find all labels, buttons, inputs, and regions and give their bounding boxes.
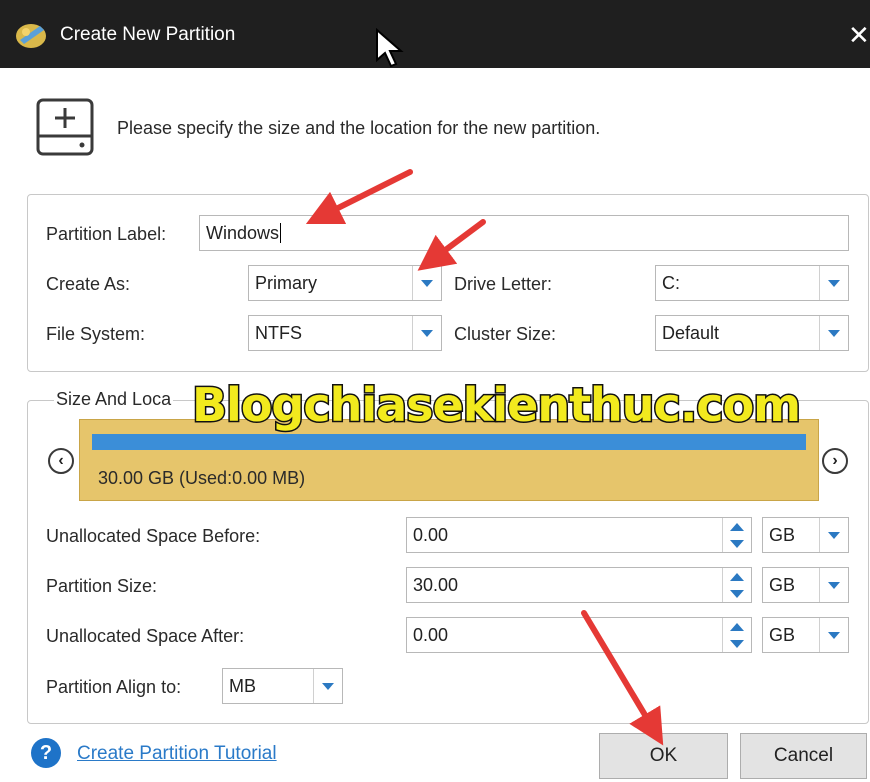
partition-align-label: Partition Align to: [46, 677, 182, 697]
spinner[interactable] [722, 568, 751, 602]
file-system-label: File System: [46, 324, 146, 344]
down-arrow-icon[interactable] [730, 539, 744, 548]
unallocated-after-label: Unallocated Space After: [46, 626, 245, 646]
cluster-size-select[interactable]: Default [655, 315, 849, 351]
unit-value: GB [769, 574, 796, 595]
partition-label-value: Windows [206, 222, 280, 243]
cluster-size-value: Default [662, 322, 720, 343]
chevron-down-icon[interactable] [412, 316, 441, 350]
up-arrow-icon[interactable] [730, 522, 744, 531]
app-logo-icon [16, 24, 46, 48]
partition-size-value: 30.00 [413, 574, 459, 595]
down-arrow-icon[interactable] [730, 589, 744, 598]
drive-letter-value: C: [662, 272, 680, 293]
help-icon[interactable]: ? [31, 738, 61, 768]
partition-align-select[interactable]: MB [222, 668, 343, 704]
partition-size-unit-select[interactable]: GB [762, 567, 849, 603]
instruction-text: Please specify the size and the location… [117, 118, 601, 138]
drive-letter-label: Drive Letter: [454, 274, 553, 294]
unallocated-before-value: 0.00 [413, 524, 449, 545]
chevron-right-icon: › [832, 452, 838, 469]
title-bar: Create New Partition ✕ [0, 0, 870, 68]
unallocated-before-input[interactable]: 0.00 [406, 517, 752, 553]
partition-label-label: Partition Label: [46, 224, 167, 244]
partition-label-input[interactable]: Windows [199, 215, 849, 251]
cancel-button[interactable]: Cancel [740, 733, 867, 779]
unallocated-before-unit-select[interactable]: GB [762, 517, 849, 553]
partition-size-input[interactable]: 30.00 [406, 567, 752, 603]
unallocated-after-value: 0.00 [413, 624, 449, 645]
chevron-left-icon: ‹ [58, 452, 64, 469]
unit-value: GB [769, 624, 796, 645]
move-left-button[interactable]: ‹ [48, 448, 74, 474]
chevron-down-icon[interactable] [412, 266, 441, 300]
new-partition-icon [36, 98, 94, 156]
move-right-button[interactable]: › [822, 448, 848, 474]
chevron-down-icon[interactable] [819, 316, 848, 350]
create-as-label: Create As: [46, 274, 131, 294]
chevron-down-icon[interactable] [313, 669, 342, 703]
chevron-down-icon[interactable] [819, 266, 848, 300]
file-system-select[interactable]: NTFS [248, 315, 442, 351]
size-location-legend: Size And Loca [54, 389, 174, 410]
spinner[interactable] [722, 618, 751, 652]
partition-size-summary: 30.00 GB (Used:0.00 MB) [98, 468, 306, 488]
chevron-down-icon[interactable] [819, 518, 848, 552]
file-system-value: NTFS [255, 322, 302, 343]
close-button[interactable]: ✕ [848, 20, 870, 51]
cluster-size-label: Cluster Size: [454, 324, 557, 344]
create-as-select[interactable]: Primary [248, 265, 442, 301]
ok-button[interactable]: OK [599, 733, 728, 779]
window-title: Create New Partition [60, 24, 236, 45]
up-arrow-icon[interactable] [730, 572, 744, 581]
watermark: Blogchiasekienthuc.com [190, 377, 802, 434]
unit-value: GB [769, 524, 796, 545]
unallocated-after-unit-select[interactable]: GB [762, 617, 849, 653]
partition-size-label: Partition Size: [46, 576, 158, 596]
up-arrow-icon[interactable] [730, 622, 744, 631]
chevron-down-icon[interactable] [819, 618, 848, 652]
spinner[interactable] [722, 518, 751, 552]
partition-align-value: MB [229, 675, 256, 696]
unallocated-before-label: Unallocated Space Before: [46, 526, 261, 546]
create-as-value: Primary [255, 272, 317, 293]
partition-bar [92, 434, 806, 450]
mouse-cursor-icon [376, 28, 404, 68]
create-partition-tutorial-link[interactable]: Create Partition Tutorial [77, 743, 277, 765]
unallocated-after-input[interactable]: 0.00 [406, 617, 752, 653]
drive-letter-select[interactable]: C: [655, 265, 849, 301]
question-mark: ? [39, 741, 53, 764]
chevron-down-icon[interactable] [819, 568, 848, 602]
down-arrow-icon[interactable] [730, 639, 744, 648]
